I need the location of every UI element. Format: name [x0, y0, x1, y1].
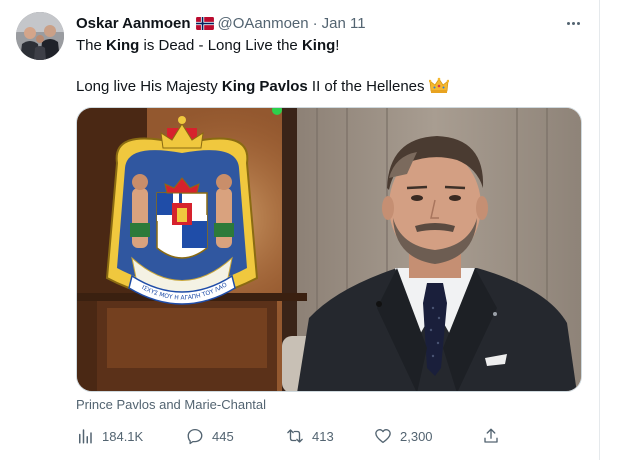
- retweet-count: 413: [312, 428, 334, 444]
- text-bold-segment: King: [106, 37, 140, 54]
- tweet-text-line-2: Long live His Majesty King Pavlos II of …: [76, 77, 449, 97]
- avatar[interactable]: [16, 12, 64, 60]
- media-photo: ΙΣΧΥΣ ΜΟΥ Η ΑΓΑΠΗ ΤΟΥ ΛΑΟΥ: [77, 108, 581, 391]
- media-caption: Prince Pavlos and Marie-Chantal: [76, 397, 267, 412]
- heart-icon: [375, 429, 391, 444]
- retweet-icon: [287, 429, 303, 443]
- tweet-text-line-1: The King is Dead - Long Live the King!: [76, 36, 339, 56]
- more-icon-dot: [571, 21, 575, 25]
- text-bold-segment: King Pavlos: [221, 78, 308, 95]
- reply-button[interactable]: 445: [186, 426, 234, 446]
- share-icon: [484, 428, 498, 443]
- text-segment: The: [76, 37, 107, 54]
- text-segment: Long live His Majesty: [76, 78, 222, 95]
- like-count: 2,300: [400, 428, 433, 444]
- reply-icon: [187, 428, 203, 445]
- norway-flag-icon: [195, 16, 214, 30]
- tweet-date[interactable]: Jan 11: [322, 15, 366, 32]
- more-options-button[interactable]: [562, 13, 584, 33]
- analytics-icon: [79, 429, 92, 444]
- separator-dot: ·: [312, 14, 318, 32]
- text-segment: II of the Hellenes: [307, 78, 425, 95]
- crown-icon: [428, 77, 449, 93]
- text-segment: is Dead - Long Live the: [139, 37, 302, 54]
- text-bold-segment: King: [301, 37, 336, 54]
- tweet-header: Oskar Aanmoen @OAanmoen · Jan 11: [76, 13, 366, 33]
- display-name[interactable]: Oskar Aanmoen: [76, 15, 191, 32]
- share-button[interactable]: [482, 426, 500, 446]
- avatar-photo: [16, 12, 64, 60]
- more-icon-dot: [576, 21, 580, 25]
- user-handle[interactable]: @OAanmoen: [218, 15, 309, 32]
- reply-count: 445: [212, 428, 234, 444]
- views-button[interactable]: 184.1K: [76, 426, 143, 446]
- tweet-actions-bar: 184.1K 445 413 2,300: [76, 426, 506, 446]
- like-button[interactable]: 2,300: [374, 426, 433, 446]
- retweet-button[interactable]: 413: [286, 426, 334, 446]
- more-icon-dot: [566, 21, 570, 25]
- text-segment: !: [335, 37, 340, 54]
- tweet-media-image[interactable]: ΙΣΧΥΣ ΜΟΥ Η ΑΓΑΠΗ ΤΟΥ ΛΑΟΥ: [76, 107, 582, 392]
- timeline-divider: [599, 0, 600, 460]
- views-count: 184.1K: [102, 428, 144, 444]
